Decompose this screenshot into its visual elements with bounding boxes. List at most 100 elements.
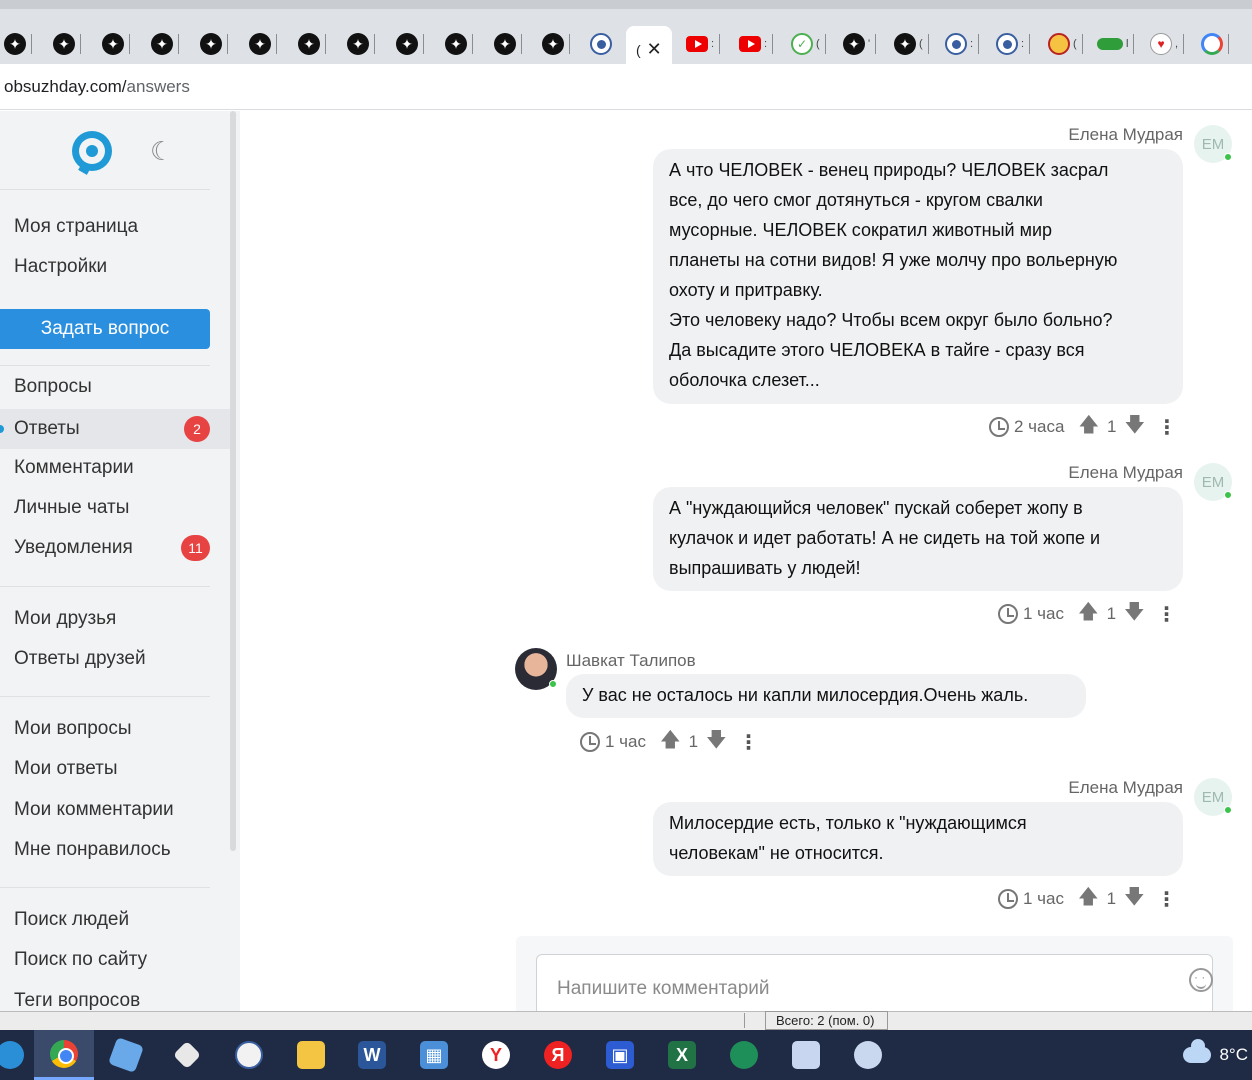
site-logo-icon[interactable] [72,131,112,175]
avatar[interactable]: ЕМ [1194,463,1232,501]
downvote-icon[interactable]: 🡇 [706,725,727,759]
star-favicon-icon: ✦ [4,33,26,55]
upvote-icon[interactable]: 🡅 [1078,597,1099,631]
sidebar-item-my-friends[interactable]: Мои друзья [14,608,116,630]
sidebar-item-site-search[interactable]: Поиск по сайту [14,949,147,971]
more-options-icon[interactable]: ⋮ [1157,887,1177,912]
message-meta: 1 час 🡅 1 🡇 ⋮ [998,597,1177,631]
globe-app-icon [730,1041,758,1069]
browser-tab[interactable]: ✓( [791,24,826,64]
taskbar-excel[interactable]: X [652,1030,712,1080]
author-name[interactable]: Елена Мудрая [1068,778,1183,798]
eagle-favicon-icon [1048,33,1070,55]
sidebar-item-questions[interactable]: Вопросы [14,376,92,398]
taskbar-yandex-browser[interactable]: Y [466,1030,526,1080]
sidebar-item-friends-answers[interactable]: Ответы друзей [14,648,146,670]
upvote-icon[interactable]: 🡅 [1078,410,1099,444]
emoji-icon[interactable] [1189,968,1213,992]
seal-favicon-icon [945,33,967,55]
taskbar-app[interactable] [219,1030,279,1080]
browser-tab[interactable]: ✦ [445,24,473,64]
comments-thread: Елена Мудрая ЕМ А что ЧЕЛОВЕК - венец пр… [256,111,1252,1011]
weather-widget[interactable]: 8°C [1183,1030,1252,1080]
more-options-icon[interactable]: ⋮ [739,730,759,755]
browser-tab[interactable]: l [1097,24,1135,64]
sidebar-item-answers-active[interactable]: Ответы 2 [0,409,230,449]
browser-tab[interactable]: ✦ [396,24,424,64]
browser-tab[interactable]: : [945,24,980,64]
more-options-icon[interactable]: ⋮ [1157,602,1177,627]
sidebar: ☾ Моя страница Настройки Задать вопрос В… [0,111,240,1011]
calculator-icon: ▦ [420,1041,448,1069]
taskbar-app[interactable]: ▣ [590,1030,650,1080]
sidebar-item-question-tags[interactable]: Теги вопросов [14,990,140,1011]
taskbar-file-explorer[interactable] [281,1030,341,1080]
vote-count: 1 [1106,889,1117,908]
upvote-icon[interactable]: 🡅 [660,725,681,759]
taskbar-calculator[interactable]: ▦ [404,1030,464,1080]
folder-icon [297,1041,325,1069]
taskbar-yandex[interactable]: Я [528,1030,588,1080]
browser-tab[interactable]: : [739,24,774,64]
browser-tab[interactable] [1201,24,1229,64]
avatar[interactable]: ЕМ [1194,125,1232,163]
ask-question-button[interactable]: Задать вопрос [0,309,210,349]
moon-icon[interactable]: ☾ [150,131,173,171]
browser-tab[interactable]: ✦ [298,24,326,64]
author-name[interactable]: Шавкат Талипов [566,651,696,671]
downvote-icon[interactable]: 🡇 [1124,882,1145,916]
browser-tab[interactable]: ✦ [542,24,570,64]
browser-tab[interactable]: ✦ [494,24,522,64]
sidebar-item-my-comments[interactable]: Мои комментарии [14,799,174,821]
author-name[interactable]: Елена Мудрая [1068,125,1183,145]
sidebar-scrollbar[interactable] [230,111,236,851]
browser-tab[interactable]: ( [1048,24,1083,64]
sidebar-item-people-search[interactable]: Поиск людей [14,909,129,931]
avatar[interactable] [515,648,557,690]
taskbar-word[interactable]: W [342,1030,402,1080]
address-bar[interactable]: obsuzhday.com/answers [0,64,1252,110]
star-favicon-icon: ✦ [843,33,865,55]
floppy-disk-icon: ▣ [606,1041,634,1069]
comment-form [516,936,1233,1011]
browser-tab[interactable]: : [996,24,1031,64]
downvote-icon[interactable]: 🡇 [1124,597,1145,631]
clock-icon [989,417,1009,437]
resize-grip-icon[interactable] [725,1013,745,1028]
browser-tab[interactable]: ✦ [200,24,228,64]
upvote-icon[interactable]: 🡅 [1078,882,1099,916]
browser-tab[interactable]: ♥, [1150,24,1185,64]
taskbar-app[interactable] [96,1030,156,1080]
sidebar-item-my-questions[interactable]: Мои вопросы [14,718,132,740]
taskbar-app[interactable] [714,1030,774,1080]
browser-tab[interactable]: ✦ [249,24,277,64]
avatar[interactable]: ЕМ [1194,778,1232,816]
browser-tab[interactable]: ✦ [151,24,179,64]
taskbar-paint[interactable] [838,1030,898,1080]
browser-tab[interactable]: ✦ [4,24,32,64]
taskbar-app[interactable] [157,1030,217,1080]
browser-tab[interactable]: ✦ [102,24,130,64]
taskbar-chrome[interactable] [34,1030,94,1080]
more-options-icon[interactable]: ⋮ [1157,415,1177,440]
author-name[interactable]: Елена Мудрая [1068,463,1183,483]
browser-tab[interactable]: ✦( [894,24,929,64]
browser-tab[interactable]: : [686,24,721,64]
browser-tab[interactable]: ✦ ' [843,24,877,64]
divider [0,586,210,587]
browser-tab[interactable]: ✦ [53,24,81,64]
sidebar-item-notifications[interactable]: Уведомления 11 [14,535,230,561]
close-tab-icon[interactable]: ✕ [647,39,662,60]
sidebar-item-liked[interactable]: Мне понравилось [14,839,171,861]
taskbar-app[interactable] [776,1030,836,1080]
sidebar-item-settings[interactable]: Настройки [14,256,107,278]
browser-tab[interactable] [590,24,612,64]
sidebar-item-comments[interactable]: Комментарии [14,457,134,479]
sidebar-item-private-chats[interactable]: Личные чаты [14,497,129,519]
sidebar-item-my-answers[interactable]: Мои ответы [14,758,118,780]
sidebar-item-my-page[interactable]: Моя страница [14,216,138,238]
browser-tab[interactable]: ✦ [347,24,375,64]
downvote-icon[interactable]: 🡇 [1124,410,1145,444]
comment-input[interactable] [536,954,1213,1011]
star-favicon-icon: ✦ [494,33,516,55]
